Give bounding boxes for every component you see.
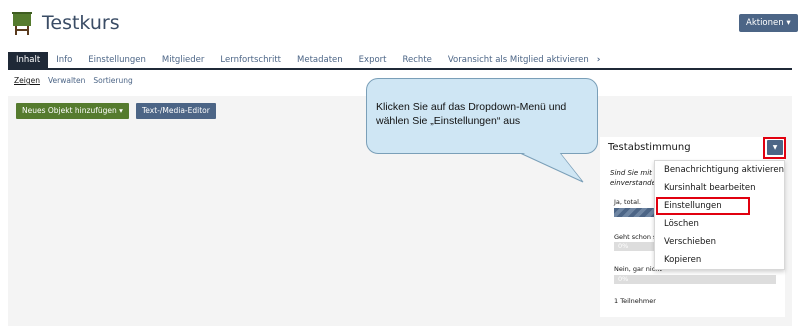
poll-title: Testabstimmung [608,142,691,153]
poll-question-line: einverstande [610,179,656,187]
poll-participants: 1 Teilnehmer [614,297,656,305]
page-header: Testkurs Aktionen ▾ [0,0,800,50]
tab-rechte[interactable]: Rechte [395,52,440,68]
tab-einstellungen[interactable]: Einstellungen [80,52,154,68]
poll-answer-bar: 0% [614,275,776,284]
poll-question-line: Sind Sie mit d [610,169,659,177]
tab-export[interactable]: Export [351,52,395,68]
menu-item-benachrichtigung[interactable]: Benachrichtigung aktivieren [664,165,784,175]
menu-item-verschieben[interactable]: Verschieben [664,237,716,247]
menu-item-kursinhalt-bearbeiten[interactable]: Kursinhalt bearbeiten [664,183,755,193]
callout-text: Klicken Sie auf das Dropdown-Menü und wä… [376,101,567,127]
subtab-zeigen[interactable]: Zeigen [14,76,40,85]
poll-answer-percent: 0% [618,275,629,283]
subtabs: Zeigen Verwalten Sortierung [14,76,133,85]
page-title: Testkurs [42,12,120,34]
add-object-button[interactable]: Neues Objekt hinzufügen ▾ [16,103,129,119]
subtab-verwalten[interactable]: Verwalten [48,76,85,85]
tab-mitglieder[interactable]: Mitglieder [154,52,213,68]
poll-answer-label: Geht schon s [614,233,657,241]
block-dropdown-menu: Benachrichtigung aktivieren Kursinhalt b… [654,160,785,270]
course-board-icon [12,12,32,35]
poll-answer-percent: 0% [618,242,629,250]
main-tabs: Inhalt Info Einstellungen Mitglieder Ler… [8,52,792,70]
text-media-editor-button[interactable]: Text-/Media-Editor [136,103,216,119]
tab-voransicht[interactable]: Voransicht als Mitglied aktivieren [440,52,597,68]
poll-question: Sind Sie mit d einverstande [610,168,660,188]
subtab-sortierung[interactable]: Sortierung [93,76,132,85]
tab-info[interactable]: Info [48,52,80,68]
tab-metadaten[interactable]: Metadaten [289,52,351,68]
menu-item-loeschen[interactable]: Löschen [664,219,699,229]
actions-button[interactable]: Aktionen ▾ [739,14,798,32]
tab-lernfortschritt[interactable]: Lernfortschritt [212,52,289,68]
chevron-right-icon[interactable]: › [597,52,601,68]
poll-answer-bar-fill [614,208,655,217]
poll-answer-label: Ja, total. [614,198,641,206]
menu-item-highlight [656,197,750,215]
menu-item-kopieren[interactable]: Kopieren [664,255,701,265]
dropdown-highlight [763,137,786,159]
tab-inhalt[interactable]: Inhalt [8,52,49,68]
